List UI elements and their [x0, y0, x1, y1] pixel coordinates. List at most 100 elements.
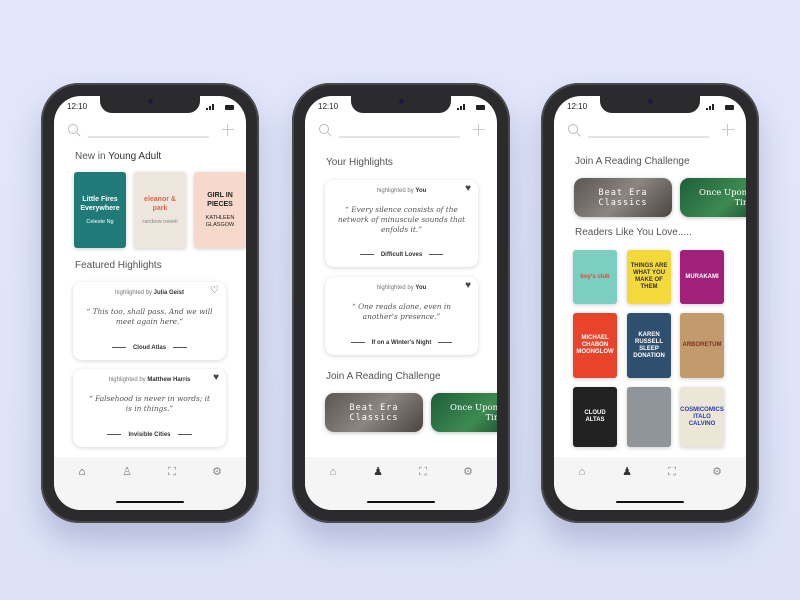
- challenge-tile[interactable]: Once Upon A Time: [431, 393, 497, 432]
- book-title: eleanor & park: [144, 195, 176, 212]
- highlighted-by-label: highlighted by: [108, 377, 146, 383]
- status-icons: [457, 104, 485, 110]
- book-cover[interactable]: MURAKAMI: [680, 250, 724, 304]
- add-icon[interactable]: [222, 124, 234, 136]
- scan-icon[interactable]: ⛶: [416, 466, 430, 478]
- highlighted-by: highlighted by Julia Geist: [73, 290, 226, 297]
- book-source[interactable]: Cloud Atlas: [73, 345, 226, 352]
- search-icon[interactable]: [568, 124, 578, 134]
- scan-icon[interactable]: ⛶: [665, 466, 679, 478]
- highlighted-by: highlighted by You: [325, 285, 478, 292]
- challenge-heading: Join A Reading Challenge: [326, 371, 441, 382]
- readers-heading: Readers Like You Love.....: [575, 227, 692, 238]
- book-author: rainbow rowell: [142, 218, 178, 225]
- highlight-card[interactable]: highlighted by Julia Geist ♡ “ This too,…: [73, 282, 226, 360]
- notch: [100, 96, 200, 113]
- bottom-nav: ⌂ ♟ ⛶ ⚙: [305, 457, 497, 510]
- heading-genre[interactable]: Young Adult: [108, 151, 161, 162]
- phone-discover: 12:10 Join A Reading Challenge Beat Era …: [541, 83, 759, 523]
- book-cover[interactable]: [627, 387, 671, 447]
- home-icon[interactable]: ⌂: [326, 466, 340, 478]
- discover-screen: 12:10 Join A Reading Challenge Beat Era …: [554, 96, 746, 510]
- home-screen: 12:10 New in Young Adult Little Fires Ev…: [54, 96, 246, 510]
- book-cover[interactable]: eleanor & park rainbow rowell: [134, 172, 186, 248]
- search-input[interactable]: [88, 136, 209, 138]
- challenge-heading: Join A Reading Challenge: [575, 156, 690, 167]
- highlighted-by-label: highlighted by: [376, 188, 414, 194]
- quote-text: “ Every silence consists of the network …: [337, 205, 466, 234]
- book-cover[interactable]: CLOUD ALTAS: [573, 387, 617, 447]
- book-title: GIRL IN PIECES: [207, 192, 233, 208]
- highlighted-by: highlighted by You: [325, 188, 478, 195]
- quote-text: “ Falsehood is never in words; it is in …: [89, 394, 210, 413]
- heart-filled-icon[interactable]: ♥: [465, 281, 471, 291]
- challenge-tile[interactable]: Beat Era Classics: [325, 393, 423, 432]
- highlighter-name: You: [415, 285, 427, 291]
- highlighter-name: Julia Geist: [153, 290, 185, 296]
- highlighted-by-label: highlighted by: [376, 285, 414, 291]
- section-heading: New in Young Adult: [75, 151, 161, 163]
- challenge-tile[interactable]: Once Upon A Time: [680, 178, 746, 217]
- book-source[interactable]: Invisible Cities: [73, 432, 226, 439]
- book-cover[interactable]: boy's club: [573, 250, 617, 304]
- phone-highlights: 12:10 Your Highlights highlighted by You…: [292, 83, 510, 523]
- stage: 12:10 New in Young Adult Little Fires Ev…: [0, 0, 800, 600]
- book-cover[interactable]: MICHAEL CHABON MOONGLOW: [573, 313, 617, 378]
- bottom-nav: ⌂ ♟ ⛶ ⚙: [554, 457, 746, 510]
- challenge-tile[interactable]: Beat Era Classics: [574, 178, 672, 217]
- gear-icon[interactable]: ⚙: [710, 466, 724, 478]
- search-icon[interactable]: [68, 124, 78, 134]
- home-indicator[interactable]: [367, 501, 435, 503]
- gear-icon[interactable]: ⚙: [461, 466, 475, 478]
- home-icon[interactable]: ⌂: [575, 466, 589, 478]
- profile-icon[interactable]: ♙: [120, 466, 134, 478]
- gear-icon[interactable]: ⚙: [210, 466, 224, 478]
- search-input[interactable]: [588, 136, 709, 138]
- profile-icon[interactable]: ♟: [371, 466, 385, 478]
- profile-icon[interactable]: ♟: [620, 466, 634, 478]
- book-cover[interactable]: ARBORETUM: [680, 313, 724, 378]
- status-icons: [706, 104, 734, 110]
- book-author: KATHLEEN GLASGOW: [205, 215, 235, 228]
- status-icons: [206, 104, 234, 110]
- status-time: 12:10: [318, 102, 339, 111]
- home-indicator[interactable]: [616, 501, 684, 503]
- notch: [351, 96, 451, 113]
- section-heading: Your Highlights: [326, 157, 393, 168]
- book-cover[interactable]: KAREN RUSSELL SLEEP DONATION: [627, 313, 671, 378]
- search-input[interactable]: [339, 136, 460, 138]
- heading-prefix: New in: [75, 151, 106, 162]
- book-cover[interactable]: Little Fires Everywhere Celeste Ng: [74, 172, 126, 248]
- status-time: 12:10: [67, 102, 88, 111]
- scan-icon[interactable]: ⛶: [165, 466, 179, 478]
- highlights-screen: 12:10 Your Highlights highlighted by You…: [305, 96, 497, 510]
- heart-outline-icon[interactable]: ♡: [210, 286, 219, 296]
- highlighter-name: You: [415, 188, 427, 194]
- book-title: Little Fires Everywhere: [80, 195, 120, 212]
- quote-text: “ One reads alone, even in another's pre…: [351, 302, 452, 321]
- search-icon[interactable]: [319, 124, 329, 134]
- highlighted-by: highlighted by Matthew Harris: [73, 377, 226, 384]
- book-source[interactable]: Difficult Loves: [325, 252, 478, 259]
- bottom-nav: ⌂ ♙ ⛶ ⚙: [54, 457, 246, 510]
- book-author: Celeste Ng: [86, 218, 114, 225]
- highlight-card[interactable]: highlighted by Matthew Harris ♥ “ Falseh…: [73, 369, 226, 447]
- add-icon[interactable]: [473, 124, 485, 136]
- featured-heading: Featured Highlights: [75, 260, 162, 271]
- highlight-card[interactable]: highlighted by You ♥ “ Every silence con…: [325, 180, 478, 267]
- book-cover[interactable]: GIRL IN PIECES KATHLEEN GLASGOW: [194, 172, 246, 248]
- home-indicator[interactable]: [116, 501, 184, 503]
- book-cover[interactable]: COSMICOMICS ITALO CALVINO: [680, 387, 724, 447]
- heart-filled-icon[interactable]: ♥: [465, 184, 471, 194]
- status-time: 12:10: [567, 102, 588, 111]
- notch: [600, 96, 700, 113]
- book-cover[interactable]: THINGS ARE WHAT YOU MAKE OF THEM: [627, 250, 671, 304]
- highlight-card[interactable]: highlighted by You ♥ “ One reads alone, …: [325, 277, 478, 355]
- book-source[interactable]: If on a Winter's Night: [325, 340, 478, 347]
- home-icon[interactable]: ⌂: [75, 466, 89, 478]
- heart-filled-icon[interactable]: ♥: [213, 373, 219, 383]
- quote-text: “ This too, shall pass. And we will meet…: [86, 307, 213, 326]
- add-icon[interactable]: [722, 124, 734, 136]
- highlighter-name: Matthew Harris: [147, 377, 191, 383]
- highlighted-by-label: highlighted by: [114, 290, 152, 296]
